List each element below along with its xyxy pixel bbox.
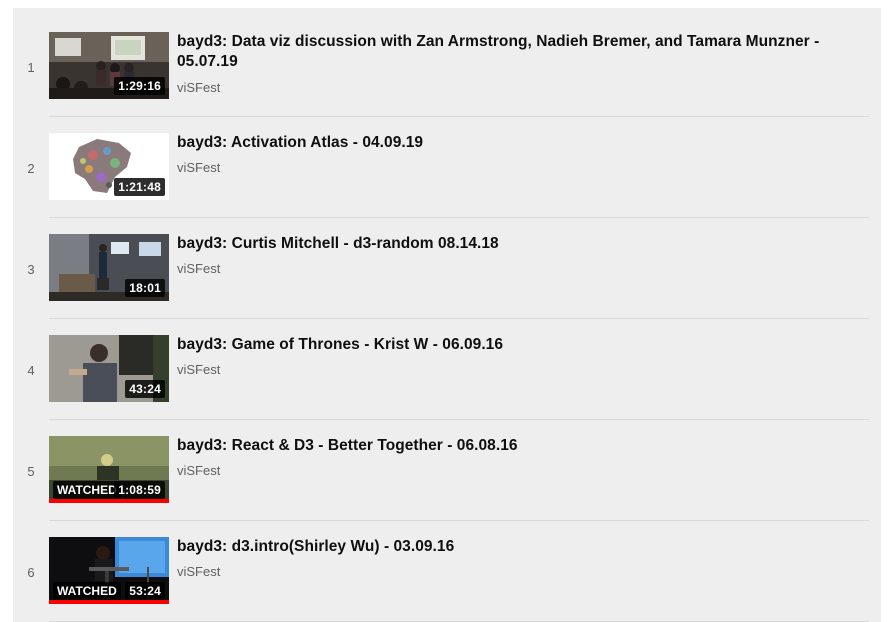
video-thumbnail[interactable]: 1:21:48 xyxy=(49,133,169,200)
video-title[interactable]: bayd3: React & D3 - Better Together - 06… xyxy=(177,436,867,456)
watched-badge: WATCHED xyxy=(53,582,121,600)
item-index: 4 xyxy=(27,363,35,378)
playlist-item[interactable]: 2 1:21:48 bayd3: Activation Atlas - 04.0… xyxy=(13,109,881,210)
watch-progress-bar xyxy=(49,499,169,503)
item-info: bayd3: Game of Thrones - Krist W - 06.09… xyxy=(177,335,867,377)
playlist-item[interactable]: 4 43:24 bayd3: Game of Thrones - Krist W… xyxy=(13,311,881,412)
duration-badge: 1:21:48 xyxy=(114,178,165,196)
item-index: 3 xyxy=(27,262,35,277)
channel-name[interactable]: viSFest xyxy=(177,362,867,377)
channel-name[interactable]: viSFest xyxy=(177,463,867,478)
video-title[interactable]: bayd3: Data viz discussion with Zan Arms… xyxy=(177,32,867,72)
duration-badge: 1:08:59 xyxy=(114,481,165,499)
watch-progress-bar xyxy=(49,600,169,604)
playlist-item[interactable]: 5 WATCHED 1:08:59 bayd3: React & D3 - Be… xyxy=(13,412,881,513)
item-info: bayd3: d3.intro(Shirley Wu) - 03.09.16 v… xyxy=(177,537,867,579)
video-title[interactable]: bayd3: Activation Atlas - 04.09.19 xyxy=(177,133,867,153)
playlist-item[interactable]: 3 18:01 bayd3: Curtis Mitchell - d3-rand… xyxy=(13,210,881,311)
item-info: bayd3: Activation Atlas - 04.09.19 viSFe… xyxy=(177,133,867,175)
video-thumbnail[interactable]: 43:24 xyxy=(49,335,169,402)
video-thumbnail[interactable]: 18:01 xyxy=(49,234,169,301)
item-index: 1 xyxy=(27,60,35,75)
channel-name[interactable]: viSFest xyxy=(177,564,867,579)
video-thumbnail[interactable]: 1:29:16 xyxy=(49,32,169,99)
item-info: bayd3: Data viz discussion with Zan Arms… xyxy=(177,32,867,95)
video-title[interactable]: bayd3: d3.intro(Shirley Wu) - 03.09.16 xyxy=(177,537,867,557)
item-index: 5 xyxy=(27,464,35,479)
video-title[interactable]: bayd3: Curtis Mitchell - d3-random 08.14… xyxy=(177,234,867,254)
duration-badge: 43:24 xyxy=(125,380,165,398)
playlist-item[interactable]: 1 1:29:16 bayd3: Data viz discussion wit… xyxy=(13,8,881,109)
duration-badge: 18:01 xyxy=(125,279,165,297)
video-thumbnail[interactable]: WATCHED 53:24 xyxy=(49,537,169,604)
video-title[interactable]: bayd3: Game of Thrones - Krist W - 06.09… xyxy=(177,335,867,355)
duration-badge: 53:24 xyxy=(125,582,165,600)
item-info: bayd3: React & D3 - Better Together - 06… xyxy=(177,436,867,478)
playlist-item[interactable]: 6 WATCHED 53:24 bayd3: d3.intro(Shirley … xyxy=(13,513,881,614)
video-thumbnail[interactable]: WATCHED 1:08:59 xyxy=(49,436,169,503)
item-index: 6 xyxy=(27,565,35,580)
channel-name[interactable]: viSFest xyxy=(177,160,867,175)
playlist-panel: 1 1:29:16 bayd3: Data viz discussion wit… xyxy=(13,8,881,622)
item-index: 2 xyxy=(27,161,35,176)
watched-badge: WATCHED xyxy=(53,481,121,499)
duration-badge: 1:29:16 xyxy=(114,77,165,95)
item-info: bayd3: Curtis Mitchell - d3-random 08.14… xyxy=(177,234,867,276)
channel-name[interactable]: viSFest xyxy=(177,80,867,95)
channel-name[interactable]: viSFest xyxy=(177,261,867,276)
